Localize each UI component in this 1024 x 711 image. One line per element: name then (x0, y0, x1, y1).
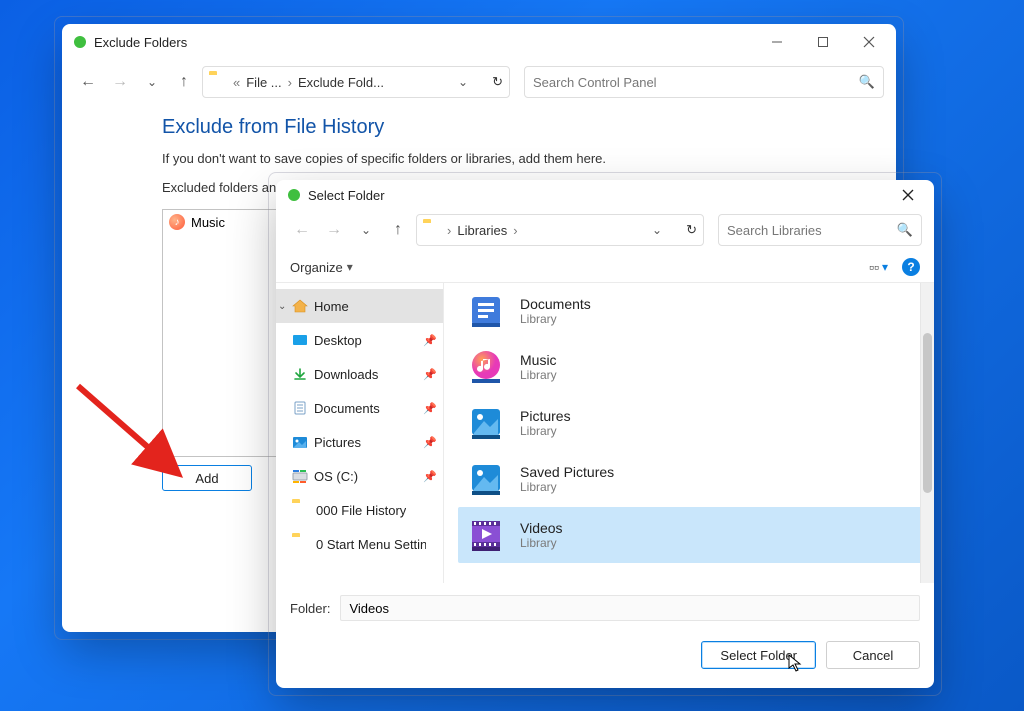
address-bar[interactable]: › Libraries › ⌄ ↻ (416, 214, 704, 246)
refresh-icon[interactable]: ↻ (492, 74, 503, 90)
close-button[interactable] (888, 181, 928, 209)
desktop-icon (292, 333, 308, 347)
documents-library-icon (466, 291, 506, 331)
nav-item-downloads[interactable]: Downloads📌 (276, 357, 443, 391)
nav-back-button[interactable]: ← (288, 216, 316, 244)
address-bar[interactable]: « File ... › Exclude Fold... ⌄ ↻ (202, 66, 510, 98)
folder-icon (209, 74, 227, 90)
nav-item-drive-c[interactable]: OS (C:)📌 (276, 459, 443, 493)
page-heading: Exclude from File History (162, 116, 848, 139)
nav-recent-button[interactable]: ⌄ (352, 216, 380, 244)
folder-icon (423, 222, 441, 238)
window-title: Exclude Folders (94, 35, 187, 50)
pictures-library-icon (466, 403, 506, 443)
nav-tree[interactable]: ⌄ Home Desktop📌 Downloads📌 Documents📌 Pi… (276, 283, 444, 583)
nav-up-button[interactable]: ↑ (384, 216, 412, 244)
folder-icon (292, 502, 310, 518)
pictures-icon (292, 435, 308, 449)
folder-field-label: Folder: (290, 601, 330, 616)
help-button[interactable]: ? (902, 258, 920, 276)
nav-recent-button[interactable]: ⌄ (138, 68, 166, 96)
toolbar: ← → ⌄ ↑ « File ... › Exclude Fold... ⌄ ↻… (62, 60, 896, 108)
refresh-icon[interactable]: ↻ (686, 222, 697, 238)
document-icon (292, 401, 308, 415)
titlebar: Exclude Folders (62, 24, 896, 60)
nav-forward-button[interactable]: → (106, 68, 134, 96)
chevron-down-icon[interactable]: ⌄ (652, 223, 662, 237)
pin-icon: 📌 (423, 334, 437, 347)
nav-back-button[interactable]: ← (74, 68, 102, 96)
app-icon (288, 188, 300, 203)
pin-icon: 📌 (423, 470, 437, 483)
list-item-videos[interactable]: VideosLibrary (458, 507, 922, 563)
search-box[interactable]: Search Control Panel 🔍 (524, 66, 884, 98)
pin-icon: 📌 (423, 368, 437, 381)
dialog-toolbar: ← → ⌄ ↑ › Libraries › ⌄ ↻ Search Librari… (276, 210, 934, 254)
nav-item-documents[interactable]: Documents📌 (276, 391, 443, 425)
select-folder-dialog: Select Folder ← → ⌄ ↑ › Libraries › ⌄ ↻ … (276, 180, 934, 688)
nav-item-pictures[interactable]: Pictures📌 (276, 425, 443, 459)
download-icon (292, 367, 308, 381)
search-placeholder: Search Libraries (727, 223, 822, 238)
mouse-cursor-icon (788, 654, 806, 672)
scrollbar[interactable] (920, 283, 934, 583)
nav-item-home[interactable]: ⌄ Home (276, 289, 443, 323)
saved-pictures-library-icon (466, 459, 506, 499)
cancel-button[interactable]: Cancel (826, 641, 920, 669)
list-item-documents[interactable]: DocumentsLibrary (458, 283, 922, 339)
pin-icon: 📌 (423, 402, 437, 415)
app-icon (74, 35, 86, 50)
search-icon: 🔍 (897, 222, 913, 238)
list-item-saved-pictures[interactable]: Saved PicturesLibrary (458, 451, 922, 507)
close-button[interactable] (846, 26, 892, 58)
music-library-icon (466, 347, 506, 387)
list-item-label: Music (191, 215, 225, 230)
dialog-title: Select Folder (308, 188, 385, 203)
breadcrumb-seg[interactable]: Exclude Fold... (298, 75, 384, 90)
select-folder-button[interactable]: Select Folder (701, 641, 816, 669)
search-icon: 🔍 (859, 74, 875, 90)
home-icon (292, 299, 308, 313)
search-placeholder: Search Control Panel (533, 75, 657, 90)
maximize-button[interactable] (800, 26, 846, 58)
list-item-pictures[interactable]: PicturesLibrary (458, 395, 922, 451)
folder-content[interactable]: DocumentsLibrary MusicLibrary PicturesLi… (444, 283, 934, 583)
view-options-button[interactable]: ▫▫ ▾ (869, 259, 888, 275)
add-button[interactable]: Add (162, 465, 252, 491)
dialog-titlebar: Select Folder (276, 180, 934, 210)
collapse-caret-icon[interactable]: ⌄ (278, 301, 286, 312)
chevron-down-icon[interactable]: ⌄ (458, 75, 468, 89)
videos-library-icon (466, 515, 506, 555)
search-box[interactable]: Search Libraries 🔍 (718, 214, 922, 246)
minimize-button[interactable] (754, 26, 800, 58)
nav-item-desktop[interactable]: Desktop📌 (276, 323, 443, 357)
organize-menu[interactable]: Organize▾ (290, 260, 353, 275)
page-description: If you don't want to save copies of spec… (162, 151, 848, 166)
pin-icon: 📌 (423, 436, 437, 449)
nav-item-folder[interactable]: 000 File History (276, 493, 443, 527)
scrollbar-thumb[interactable] (923, 333, 932, 493)
list-item-music[interactable]: MusicLibrary (458, 339, 922, 395)
nav-item-folder[interactable]: 0 Start Menu Settings (276, 527, 443, 561)
breadcrumb-seg[interactable]: Libraries (457, 223, 507, 238)
music-library-icon: ♪ (169, 214, 185, 230)
folder-icon (292, 536, 310, 552)
drive-icon (292, 469, 308, 483)
nav-up-button[interactable]: ↑ (170, 68, 198, 96)
nav-forward-button[interactable]: → (320, 216, 348, 244)
folder-name-input[interactable] (340, 595, 920, 621)
breadcrumb-seg[interactable]: File ... (246, 75, 281, 90)
